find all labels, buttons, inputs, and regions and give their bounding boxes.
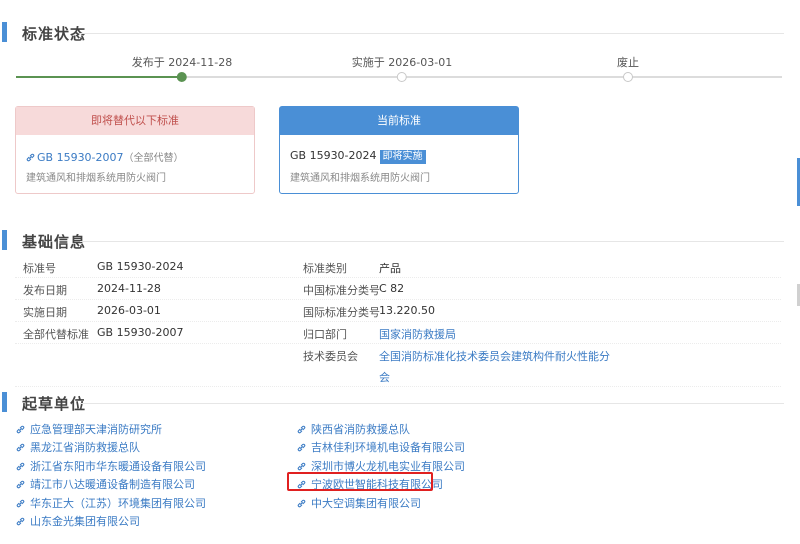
- timeline-dot: [397, 72, 407, 82]
- info-value: C 82: [379, 282, 405, 295]
- card-header: 即将替代以下标准: [16, 107, 254, 135]
- standard-code: GB 15930-2007: [37, 151, 124, 164]
- current-standard-card: 当前标准 GB 15930-2024 即将实施 建筑通风和排烟系统用防火阀门: [279, 106, 519, 194]
- section-marker: [2, 392, 7, 412]
- timeline-dot: [177, 72, 187, 82]
- link-icon: [297, 462, 306, 471]
- info-key: 技术委员会: [303, 350, 358, 363]
- info-key: 中国标准分类号: [303, 284, 380, 297]
- status-timeline: 发布于 2024-11-28 实施于 2026-03-01 废止: [16, 56, 782, 86]
- timeline-step-abolished: 废止: [617, 56, 639, 82]
- highlight-box: [287, 472, 433, 491]
- info-key: 归口部门: [303, 328, 347, 341]
- drafter-name: 山东金光集团有限公司: [30, 515, 140, 528]
- committee-link-wrap[interactable]: 会: [379, 369, 390, 385]
- timeline-label: 实施于 2026-03-01: [351, 56, 453, 69]
- info-value: 2026-03-01: [97, 304, 161, 317]
- info-key: 发布日期: [23, 284, 67, 297]
- drafter-name: 应急管理部天津消防研究所: [30, 423, 162, 436]
- info-row: 全部代替标准 GB 15930-2007 归口部门 国家消防救援局: [15, 322, 781, 344]
- drafter-link[interactable]: 吉林佳利环境机电设备有限公司: [297, 439, 465, 455]
- timeline-step-effective: 实施于 2026-03-01: [352, 56, 452, 82]
- replaced-standard-card: 即将替代以下标准 GB 15930-2007（全部代替） 建筑通风和排烟系统用防…: [15, 106, 255, 194]
- info-row: 发布日期 2024-11-28 中国标准分类号 C 82: [15, 278, 781, 300]
- drafter-name: 华东正大（江苏）环境集团有限公司: [30, 496, 206, 510]
- drafter-name: 陕西省消防救援总队: [311, 423, 410, 436]
- replace-note: （全部代替）: [123, 153, 184, 164]
- card-header: 当前标准: [280, 107, 518, 135]
- link-icon: [297, 499, 306, 507]
- drafter-link[interactable]: 华东正大（江苏）环境集团有限公司: [16, 495, 206, 511]
- department-link[interactable]: 国家消防救援局: [379, 326, 456, 342]
- info-key: 国际标准分类号: [303, 306, 380, 319]
- link-icon: [16, 499, 25, 507]
- divider: [80, 403, 784, 404]
- standard-name: 建筑通风和排烟系统用防火阀门: [26, 173, 166, 184]
- drafter-link[interactable]: 靖江市八达暖通设备制造有限公司: [16, 476, 195, 492]
- link-icon: [16, 444, 25, 452]
- timeline-label: 废止: [617, 56, 639, 69]
- drafter-link[interactable]: 应急管理部天津消防研究所: [16, 421, 162, 437]
- info-key: 实施日期: [23, 306, 67, 319]
- drafter-name: 深圳市博火龙机电实业有限公司: [311, 459, 465, 473]
- drafter-name: 靖江市八达暖通设备制造有限公司: [30, 478, 195, 492]
- drafter-link[interactable]: 中大空调集团有限公司: [297, 495, 421, 511]
- info-row: 实施日期 2026-03-01 国际标准分类号 13.220.50: [15, 300, 781, 322]
- committee-link[interactable]: 全国消防标准化技术委员会建筑构件耐火性能分: [379, 348, 610, 364]
- link-icon: [16, 462, 25, 471]
- link-icon: [16, 517, 25, 526]
- info-value: GB 15930-2024: [97, 260, 184, 273]
- drafter-name: 黑龙江省消防救援总队: [30, 441, 140, 455]
- info-row: 会: [15, 365, 781, 387]
- section-marker: [2, 230, 7, 250]
- status-badge: 即将实施: [379, 150, 426, 164]
- drafter-name: 浙江省东阳市华东暖通设备有限公司: [30, 459, 206, 473]
- info-key: 标准号: [23, 262, 56, 275]
- link-icon: [16, 480, 25, 489]
- section-drafters-header: 起草单位: [0, 392, 800, 414]
- section-title: 基础信息: [22, 233, 87, 251]
- drafter-name: 吉林佳利环境机电设备有限公司: [311, 441, 465, 455]
- current-standard-code: GB 15930-2024 即将实施: [290, 149, 426, 164]
- standard-name: 建筑通风和排烟系统用防火阀门: [290, 173, 430, 184]
- info-key: 标准类别: [303, 262, 347, 275]
- drafter-link[interactable]: 浙江省东阳市华东暖通设备有限公司: [16, 458, 206, 474]
- timeline-label: 发布于 2024-11-28: [131, 56, 233, 69]
- info-row: 标准号 GB 15930-2024 标准类别 产品: [15, 256, 781, 278]
- section-basic-header: 基础信息: [0, 230, 800, 252]
- drafter-link[interactable]: 山东金光集团有限公司: [16, 513, 140, 529]
- info-row: 技术委员会 全国消防标准化技术委员会建筑构件耐火性能分: [15, 344, 781, 365]
- drafter-link[interactable]: 陕西省消防救援总队: [297, 421, 410, 437]
- info-value: 2024-11-28: [97, 282, 161, 295]
- link-icon: [297, 425, 306, 434]
- info-key: 全部代替标准: [23, 328, 89, 341]
- replaced-standard-link[interactable]: GB 15930-2007（全部代替）: [26, 149, 184, 164]
- standard-code: GB 15930-2024: [290, 149, 377, 162]
- section-status-header: 标准状态: [0, 22, 800, 44]
- timeline-dot: [623, 72, 633, 82]
- link-icon: [16, 425, 25, 434]
- info-value: GB 15930-2007: [97, 326, 184, 339]
- divider: [80, 241, 784, 242]
- section-title: 标准状态: [22, 25, 87, 43]
- section-marker: [2, 22, 7, 42]
- link-icon: [26, 153, 35, 162]
- link-icon: [297, 444, 306, 452]
- timeline-step-published: 发布于 2024-11-28: [132, 56, 232, 82]
- info-value: 产品: [379, 262, 401, 275]
- basic-info-table: 标准号 GB 15930-2024 标准类别 产品 发布日期 2024-11-2…: [15, 256, 781, 387]
- drafter-link[interactable]: 黑龙江省消防救援总队: [16, 439, 140, 455]
- drafter-name: 中大空调集团有限公司: [311, 496, 421, 510]
- info-value: 13.220.50: [379, 304, 435, 317]
- section-title: 起草单位: [22, 395, 87, 413]
- divider: [80, 33, 784, 34]
